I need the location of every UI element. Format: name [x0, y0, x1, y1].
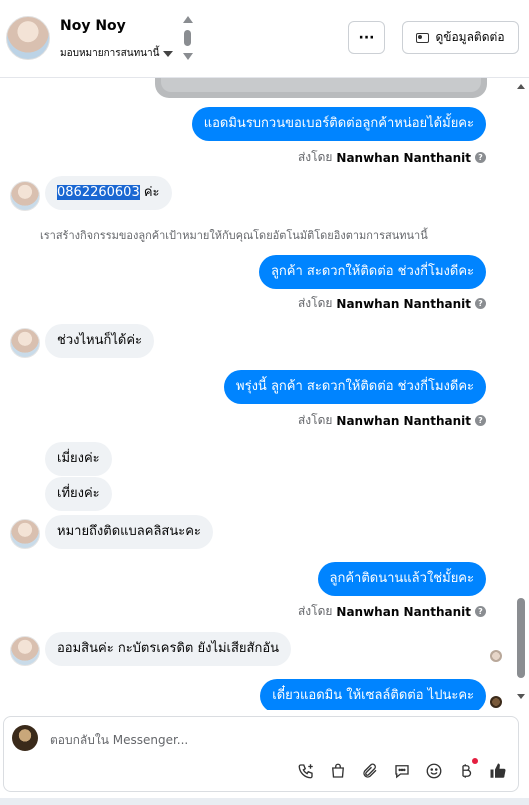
sent-by-line: ส่งโดย Nanwhan Nanthanit ? [298, 148, 486, 167]
contact-avatar-small [10, 328, 40, 358]
sender-name: Nanwhan Nanthanit [336, 296, 471, 311]
notification-dot [472, 758, 478, 764]
chevron-up-icon[interactable] [183, 16, 193, 23]
outgoing-message[interactable]: เดี๋ยวแอดมิน ให้เซลล์ติดต่อ ไปนะคะ [260, 679, 486, 710]
contact-card-icon [416, 32, 430, 43]
thumbs-up-icon[interactable] [488, 761, 508, 781]
help-icon[interactable]: ? [475, 606, 486, 617]
assign-conversation-dropdown[interactable]: มอบหมายการสนทนานี้ [60, 46, 174, 61]
message-text: ลูกค้า สะดวกให้ติดต่อ ช่วงกี่โมงดีคะ [270, 264, 474, 279]
page-avatar [12, 725, 38, 751]
message-text: เมี่ยงค่ะ [57, 451, 100, 466]
saved-reply-icon[interactable] [392, 761, 412, 781]
incoming-message[interactable]: 0862260603 ค่ะ [45, 176, 172, 210]
contact-avatar[interactable] [6, 16, 50, 60]
contact-avatar-small [10, 181, 40, 211]
sent-by-prefix: ส่งโดย [297, 296, 333, 310]
stepper-handle[interactable] [184, 30, 191, 46]
phone-plus-icon[interactable] [296, 761, 316, 781]
outgoing-message[interactable]: ลูกค้า สะดวกให้ติดต่อ ช่วงกี่โมงดีคะ [258, 255, 486, 289]
sent-by-prefix: ส่งโดย [297, 150, 333, 164]
outgoing-message[interactable]: ลูกค้าติดนานแล้วใช่มั้ยคะ [317, 562, 486, 596]
incoming-message[interactable]: ช่วงไหนก็ได้ค่ะ [45, 324, 154, 358]
caret-down-icon [163, 50, 174, 57]
sent-by-prefix: ส่งโดย [297, 413, 333, 427]
sender-name: Nanwhan Nanthanit [336, 604, 471, 619]
phone-number[interactable]: 0862260603 [57, 185, 140, 200]
assign-label: มอบหมายการสนทนานี้ [60, 48, 160, 59]
system-note: เราสร้างกิจกรรมของลูกค้าเป้าหมายให้กับคุ… [40, 229, 428, 242]
message-text: ค่ะ [139, 185, 160, 200]
outgoing-message[interactable]: พรุ่งนี้ ลูกค้า สะดวกให้ติดต่อ ช่วงกี่โม… [224, 370, 486, 404]
incoming-message[interactable]: เมี่ยงค่ะ [45, 442, 112, 476]
contact-avatar-small [10, 636, 40, 666]
outgoing-message[interactable]: แอดมินรบกวนขอเบอร์ติดต่อลูกค้าหน่อยได้มั… [191, 107, 486, 141]
conversation-scroll-stepper[interactable] [182, 16, 194, 62]
message-thread[interactable]: แอดมินรบกวนขอเบอร์ติดต่อลูกค้าหน่อยได้มั… [0, 78, 512, 710]
sent-by-line: ส่งโดย Nanwhan Nanthanit ? [298, 602, 486, 621]
sent-by-prefix: ส่งโดย [297, 604, 333, 618]
incoming-message[interactable]: หมายถึงติดแบลคลิสนะคะ [45, 515, 213, 549]
message-text: เที่ยงค่ะ [57, 486, 100, 501]
paperclip-icon[interactable] [360, 761, 380, 781]
more-icon: ··· [358, 29, 375, 46]
scrollbar-thumb[interactable] [517, 598, 525, 678]
help-icon[interactable]: ? [475, 415, 486, 426]
contact-avatar-small [10, 519, 40, 549]
seen-avatar-icon [490, 650, 502, 662]
help-icon[interactable]: ? [475, 298, 486, 309]
message-text: พรุ่งนี้ ลูกค้า สะดวกให้ติดต่อ ช่วงกี่โม… [236, 379, 474, 394]
baht-icon[interactable] [456, 758, 478, 781]
image-attachment[interactable] [155, 78, 487, 98]
composer-toolbar [296, 758, 508, 781]
shopping-bag-icon[interactable] [328, 761, 348, 781]
sent-by-line: ส่งโดย Nanwhan Nanthanit ? [298, 294, 486, 313]
thread-scrollbar[interactable] [513, 78, 529, 710]
more-options-button[interactable]: ··· [348, 21, 385, 54]
sender-name: Nanwhan Nanthanit [336, 413, 471, 428]
chevron-down-icon[interactable] [183, 53, 193, 60]
sender-name: Nanwhan Nanthanit [336, 150, 471, 165]
reply-composer [3, 716, 519, 792]
conversation-header: Noy Noy มอบหมายการสนทนานี้ ··· ดูข้อมูลต… [0, 0, 529, 78]
message-text: หมายถึงติดแบลคลิสนะคะ [57, 524, 201, 539]
message-text: แอดมินรบกวนขอเบอร์ติดต่อลูกค้าหน่อยได้มั… [203, 116, 474, 131]
view-contact-button[interactable]: ดูข้อมูลติดต่อ [402, 21, 519, 54]
message-text: ออมสินค่ะ กะบัตรเครดิต ยังไม่เสียสักอัน [57, 641, 280, 656]
message-text: ลูกค้าติดนานแล้วใช่มั้ยคะ [329, 571, 474, 586]
page-bottom-strip [0, 798, 529, 805]
reply-input[interactable] [48, 729, 472, 751]
scroll-up-arrow-icon[interactable] [517, 84, 525, 89]
view-contact-label: ดูข้อมูลติดต่อ [435, 30, 505, 44]
message-text: ช่วงไหนก็ได้ค่ะ [57, 333, 142, 348]
help-icon[interactable]: ? [475, 152, 486, 163]
message-text: เดี๋ยวแอดมิน ให้เซลล์ติดต่อ ไปนะคะ [272, 688, 474, 703]
incoming-message[interactable]: เที่ยงค่ะ [45, 477, 112, 511]
scroll-down-arrow-icon[interactable] [517, 694, 525, 699]
seen-avatar-icon [490, 696, 502, 708]
emoji-icon[interactable] [424, 761, 444, 781]
contact-name[interactable]: Noy Noy [60, 18, 126, 34]
incoming-message[interactable]: ออมสินค่ะ กะบัตรเครดิต ยังไม่เสียสักอัน [45, 632, 292, 666]
sent-by-line: ส่งโดย Nanwhan Nanthanit ? [298, 411, 486, 430]
